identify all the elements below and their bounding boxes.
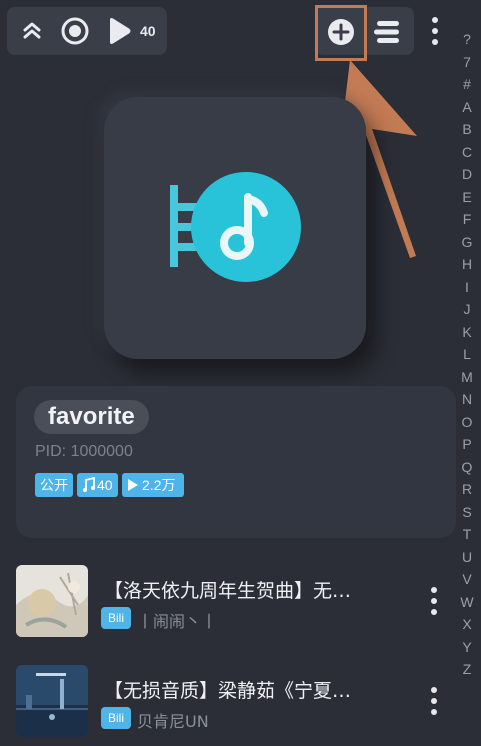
alphabet-index-letter[interactable]: B <box>462 118 471 141</box>
sort-button[interactable] <box>371 18 401 46</box>
alphabet-index-letter[interactable]: # <box>463 73 471 96</box>
play-icon <box>128 479 138 491</box>
alphabet-index-letter[interactable]: W <box>460 591 473 614</box>
alphabet-index-letter[interactable]: I <box>465 276 469 299</box>
play-icon <box>110 18 131 44</box>
song-count-tag: 40 <box>77 473 118 497</box>
song-thumbnail <box>16 665 88 737</box>
playlist-cover[interactable] <box>104 97 366 359</box>
song-title: 【无损音质】梁静茹《宁夏… <box>104 680 352 702</box>
double-chevron-up-icon <box>23 22 41 39</box>
add-button-highlight <box>315 5 367 61</box>
alphabet-index-letter[interactable]: G <box>462 231 473 254</box>
alphabet-index-letter[interactable]: F <box>463 208 472 231</box>
radio-button-icon <box>61 17 89 45</box>
alphabet-index-letter[interactable]: V <box>462 568 471 591</box>
source-badge: Bili <box>101 707 131 729</box>
track-count: 40 <box>140 23 156 39</box>
alphabet-index-letter[interactable]: D <box>462 163 472 186</box>
alphabet-index-letter[interactable]: M <box>461 366 473 389</box>
list-item[interactable]: 【无损音质】梁静茹《宁夏… Bili 贝肯尼UN <box>0 662 455 746</box>
alphabet-index-letter[interactable]: 7 <box>463 51 471 74</box>
alphabet-index-letter[interactable]: S <box>462 501 471 524</box>
alphabet-index-letter[interactable]: E <box>462 186 471 209</box>
alphabet-index-letter[interactable]: Y <box>462 636 471 659</box>
vertical-dots-icon <box>432 17 438 23</box>
playlist-id: PID: 1000000 <box>35 443 133 460</box>
alphabet-index-letter[interactable]: N <box>462 388 472 411</box>
song-more-button[interactable] <box>430 587 438 615</box>
alphabet-index-letter[interactable]: R <box>462 478 472 501</box>
alphabet-index[interactable]: ? 7 # A B C D E F G H I J K L M N O P Q R S T U V W X Y Z <box>455 28 479 681</box>
alphabet-index-letter[interactable]: O <box>462 411 473 434</box>
source-badge: Bili <box>101 607 131 629</box>
stacked-lines-icon <box>374 21 399 43</box>
alphabet-index-letter[interactable]: Q <box>462 456 473 479</box>
playlist-name[interactable]: favorite <box>34 400 149 434</box>
alphabet-index-letter[interactable]: A <box>462 96 471 119</box>
more-options-button[interactable] <box>431 17 439 45</box>
music-note-icon <box>170 172 301 282</box>
song-thumbnail <box>16 565 88 637</box>
list-item[interactable]: 【洛天依九周年生贺曲】无… Bili 丨闹闹丶丨 <box>0 562 455 646</box>
alphabet-index-letter[interactable]: H <box>462 253 472 276</box>
song-artist: 贝肯尼UN <box>137 712 209 731</box>
song-more-button[interactable] <box>430 687 438 715</box>
vertical-dots-icon <box>431 687 437 693</box>
alphabet-index-letter[interactable]: J <box>464 298 471 321</box>
alphabet-index-letter[interactable]: P <box>462 433 471 456</box>
alphabet-index-letter[interactable]: T <box>463 523 472 546</box>
song-artist: 丨闹闹丶丨 <box>137 612 218 631</box>
alphabet-index-letter[interactable]: U <box>462 546 472 569</box>
alphabet-index-letter[interactable]: X <box>462 613 471 636</box>
alphabet-index-letter[interactable]: L <box>463 343 471 366</box>
alphabet-index-letter[interactable]: C <box>462 141 472 164</box>
alphabet-index-letter[interactable]: K <box>462 321 471 344</box>
visibility-tag: 公开 <box>35 473 73 497</box>
collapse-button[interactable] <box>17 7 47 55</box>
play-count-tag: 2.2万 <box>122 473 184 497</box>
alphabet-index-letter[interactable]: ? <box>463 28 471 51</box>
alphabet-index-letter[interactable]: Z <box>463 658 472 681</box>
vertical-dots-icon <box>431 587 437 593</box>
music-note-icon <box>83 477 95 492</box>
play-all-button[interactable] <box>102 7 136 55</box>
playlist-name-text: favorite <box>48 403 135 430</box>
song-title: 【洛天依九周年生贺曲】无… <box>104 580 352 602</box>
playback-controls: 40 <box>7 7 167 55</box>
focus-current-button[interactable] <box>58 7 92 55</box>
